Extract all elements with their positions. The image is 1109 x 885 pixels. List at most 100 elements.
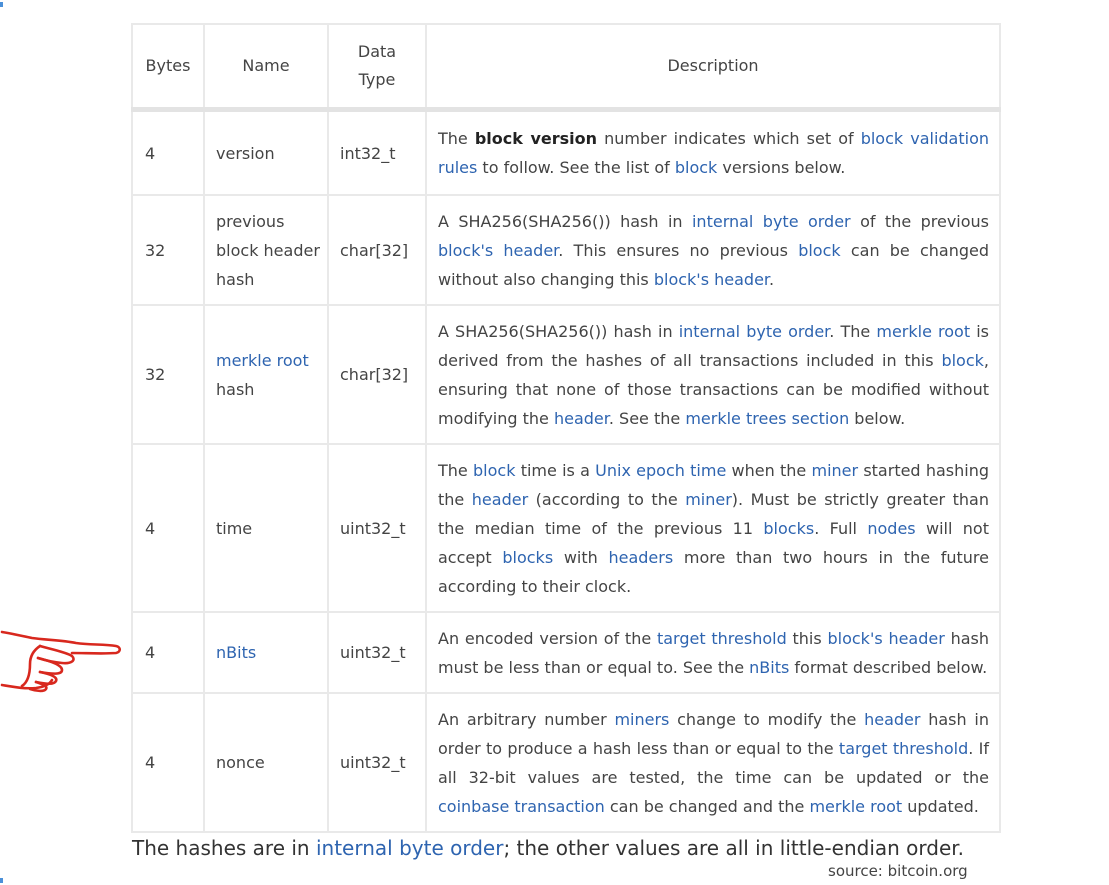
edge-marker (0, 2, 3, 7)
inline-text: . Full (814, 518, 868, 538)
cell-bytes: 32 (131, 304, 205, 445)
inline-link[interactable]: header (864, 710, 920, 729)
inline-link[interactable]: blocks (763, 519, 814, 538)
inline-text: A SHA256(SHA256()) hash in (438, 321, 679, 341)
cell-name: version (203, 108, 329, 196)
inline-text: when the (726, 460, 812, 480)
cell-name: merkle root hash (203, 304, 329, 445)
inline-text: change to modify the (669, 709, 865, 729)
header-data-type: Data Type (327, 23, 427, 112)
inline-link[interactable]: block (941, 351, 983, 370)
inline-text: time is a (515, 460, 596, 480)
header-bytes: Bytes (131, 23, 205, 112)
cell-bytes: 4 (131, 692, 205, 833)
inline-link[interactable]: merkle root (216, 351, 309, 370)
table-row: 4 time uint32_t The block time is a Unix… (131, 443, 1001, 613)
block-header-table: Bytes Name Data Type Description 4 versio… (131, 23, 1001, 833)
inline-text: An arbitrary number (438, 709, 615, 729)
inline-link[interactable]: block (675, 158, 717, 177)
inline-link[interactable]: block's header (827, 629, 944, 648)
cell-description: A SHA256(SHA256()) hash in internal byte… (425, 194, 1001, 306)
inline-link[interactable]: merkle root (809, 797, 902, 816)
inline-link[interactable]: Unix epoch time (595, 461, 726, 480)
pointing-hand-icon (0, 630, 122, 693)
table-row: 32 previous block header hash char[32] A… (131, 194, 1001, 306)
inline-link[interactable]: header (472, 490, 528, 509)
header-data-type-line1: Data (357, 42, 397, 61)
cell-bytes: 4 (131, 443, 205, 613)
inline-link[interactable]: nodes (867, 519, 915, 538)
inline-text: this (786, 628, 828, 648)
inline-link[interactable]: block (798, 241, 840, 260)
inline-text: An encoded version of the (438, 628, 657, 648)
cell-data-type: uint32_t (327, 443, 427, 613)
table-row: 32 merkle root hash char[32] A SHA256(SH… (131, 304, 1001, 445)
inline-link[interactable]: block's header (438, 241, 558, 260)
cell-description: The block version number indicates which… (425, 108, 1001, 196)
footnote: The hashes are in internal byte order; t… (132, 836, 964, 860)
footnote-text-before: The hashes are in (132, 836, 316, 860)
inline-text: to follow. See the list of (477, 158, 675, 177)
inline-link[interactable]: merkle trees section (685, 409, 849, 428)
inline-text: of the previous (850, 211, 990, 231)
cell-bytes: 32 (131, 194, 205, 306)
inline-link[interactable]: coinbase transaction (438, 797, 605, 816)
inline-text: A SHA256(SHA256()) hash in (438, 211, 692, 231)
cell-name: time (203, 443, 329, 613)
inline-link[interactable]: internal byte order (692, 212, 851, 231)
inline-text: format described below. (789, 657, 988, 677)
cell-data-type: char[32] (327, 304, 427, 445)
inline-link[interactable]: merkle root (876, 322, 970, 341)
cell-data-type: int32_t (327, 108, 427, 196)
inline-text: hash (216, 379, 255, 399)
inline-bold-text: block version (474, 129, 598, 148)
inline-text: . The (829, 321, 877, 341)
inline-link[interactable]: block (473, 461, 515, 480)
cell-name: nonce (203, 692, 329, 833)
inline-link[interactable]: miner (685, 490, 732, 509)
table-row: 4 nonce uint32_t An arbitrary number min… (131, 692, 1001, 833)
inline-link[interactable]: headers (608, 548, 673, 567)
inline-text: below. (849, 408, 906, 428)
inline-text: updated. (902, 796, 979, 816)
edge-marker (0, 878, 3, 883)
source-credit: source: bitcoin.org (828, 862, 968, 880)
inline-text: with (553, 547, 609, 567)
cell-description: An arbitrary number miners change to mod… (425, 692, 1001, 833)
cell-description: An encoded version of the target thresho… (425, 611, 1001, 694)
cell-name: previous block header hash (203, 194, 329, 306)
inline-link[interactable]: nBits (749, 658, 789, 677)
header-data-type-line2: Type (358, 70, 396, 89)
inline-link[interactable]: target threshold (839, 739, 968, 758)
inline-link[interactable]: block's header (654, 270, 769, 289)
inline-text: can be changed and the (604, 796, 810, 816)
cell-data-type: uint32_t (327, 611, 427, 694)
cell-bytes: 4 (131, 108, 205, 196)
cell-data-type: uint32_t (327, 692, 427, 833)
inline-link[interactable]: target threshold (657, 629, 787, 648)
cell-description: The block time is a Unix epoch time when… (425, 443, 1001, 613)
header-description: Description (425, 23, 1001, 112)
cell-bytes: 4 (131, 611, 205, 694)
header-name: Name (203, 23, 329, 112)
inline-link[interactable]: nBits (216, 643, 256, 662)
inline-text: The (438, 129, 475, 148)
footnote-link[interactable]: internal byte order (316, 836, 503, 860)
table-row: 4 version int32_t The block version numb… (131, 108, 1001, 196)
inline-link[interactable]: internal byte order (679, 322, 830, 341)
inline-link[interactable]: miner (811, 461, 858, 480)
cell-name: nBits (203, 611, 329, 694)
inline-text: number indicates which set of (597, 129, 861, 148)
inline-link[interactable]: header (554, 409, 609, 428)
cell-data-type: char[32] (327, 194, 427, 306)
header-row: Bytes Name Data Type Description (131, 23, 1001, 112)
table-row: 4 nBits uint32_t An encoded version of t… (131, 611, 1001, 694)
inline-text: . (769, 269, 775, 289)
inline-text: (according to the (528, 489, 686, 509)
inline-link[interactable]: miners (614, 710, 669, 729)
footnote-text-after: ; the other values are all in little-end… (503, 836, 965, 860)
inline-link[interactable]: blocks (502, 548, 553, 567)
inline-text: . This ensures no previous (558, 240, 799, 260)
inline-text: versions below. (717, 158, 846, 177)
inline-text: The (438, 460, 473, 480)
